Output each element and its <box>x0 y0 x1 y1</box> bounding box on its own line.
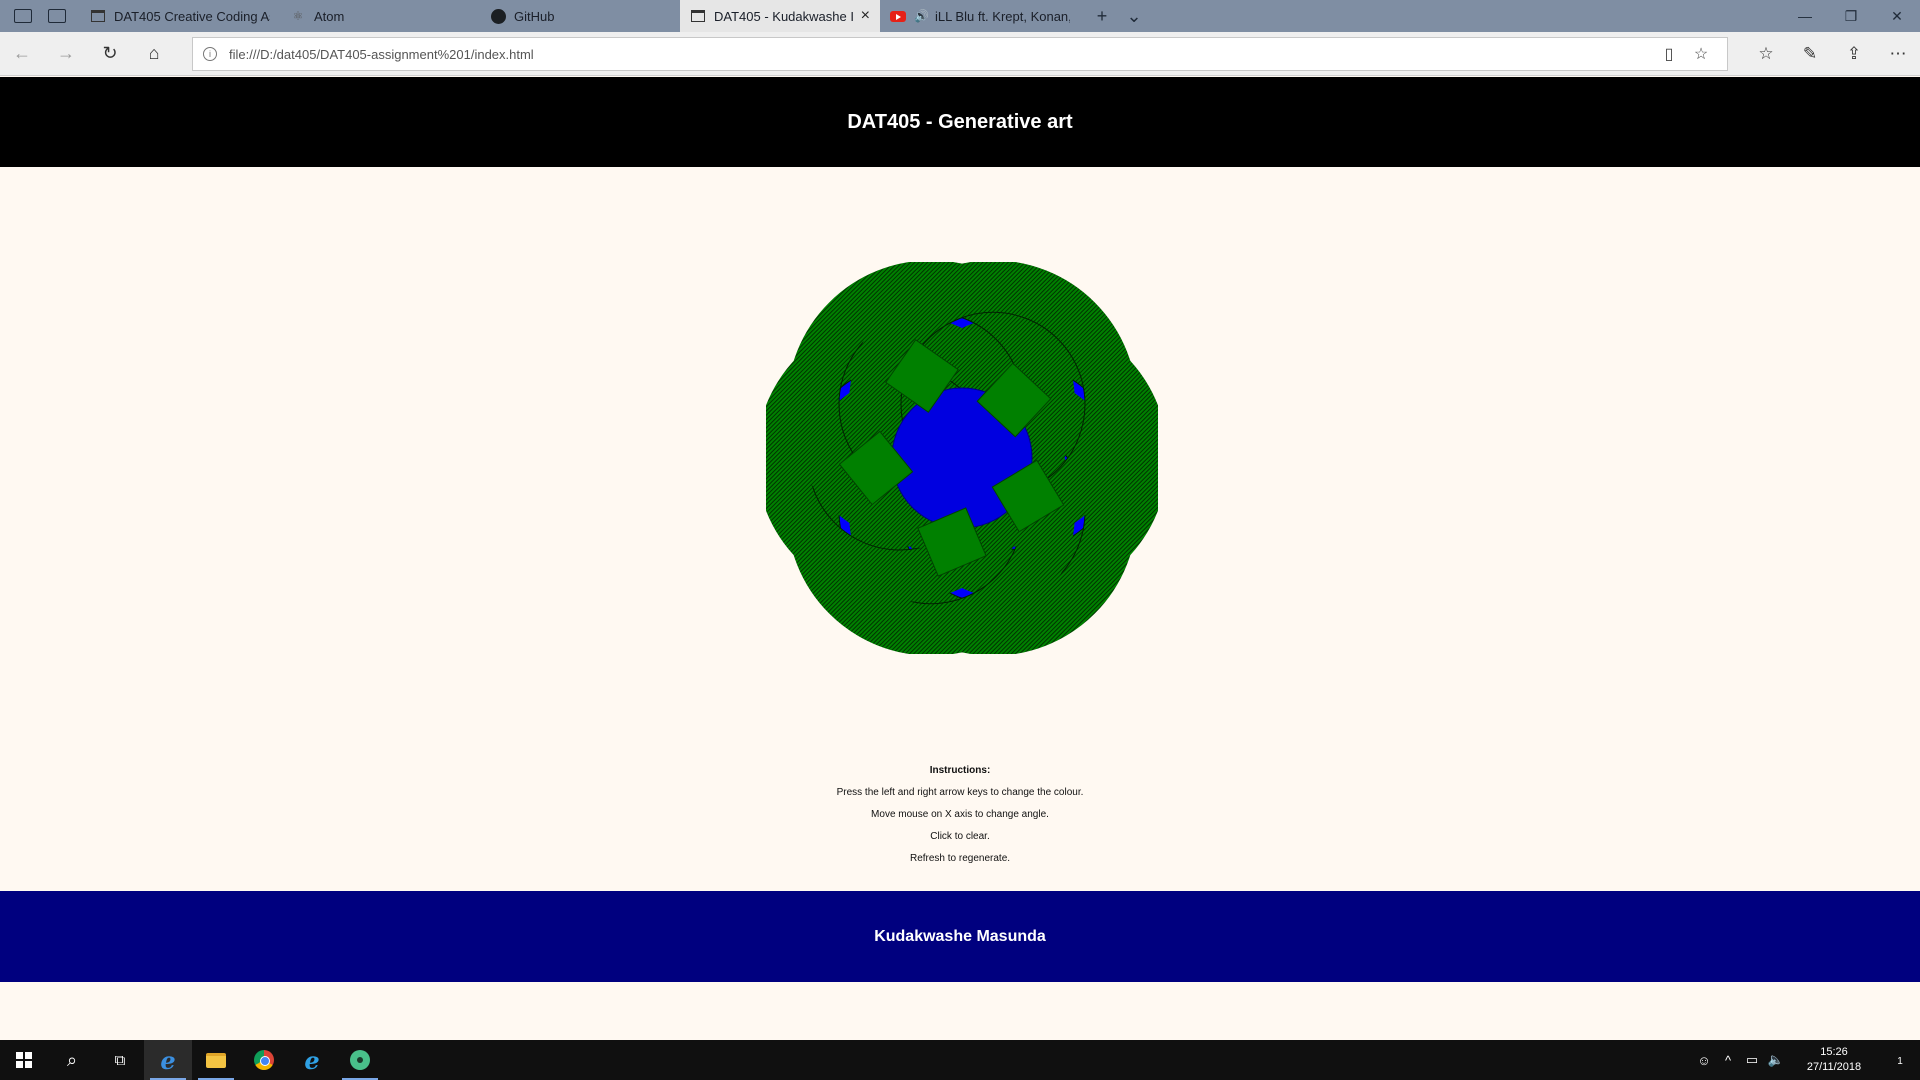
people-icon[interactable]: ☺ <box>1692 1053 1716 1068</box>
tab-list-chevron-icon[interactable]: ⌄ <box>1118 6 1150 27</box>
edge-page-icon <box>90 8 106 24</box>
web-notes-icon[interactable]: ✎ <box>1788 44 1832 64</box>
tab-actions: + ⌄ <box>1080 0 1150 32</box>
taskbar-chrome[interactable] <box>240 1040 288 1080</box>
close-tab-icon[interactable]: × <box>861 7 870 25</box>
share-icon[interactable]: ⇪ <box>1832 44 1876 64</box>
set-tabs-aside-icon[interactable] <box>48 9 66 23</box>
clock-date: 27/11/2018 <box>1806 1061 1862 1073</box>
system-clock[interactable]: 15:26 27/11/2018 <box>1796 1045 1872 1075</box>
browser-tab-bar: DAT405 Creative Coding As ⚛ Atom GitHub … <box>0 0 1920 32</box>
page-title: DAT405 - Generative art <box>847 110 1073 133</box>
show-hidden-icons-chevron-icon[interactable]: ^ <box>1716 1053 1740 1068</box>
new-tab-button[interactable]: + <box>1086 6 1118 27</box>
speaker-icon[interactable]: 🔊 <box>914 9 929 23</box>
tab-dat405-kudakwashe[interactable]: DAT405 - Kudakwashe I × <box>680 0 880 32</box>
taskbar-edge[interactable]: e <box>144 1040 192 1080</box>
favorite-star-icon[interactable]: ☆ <box>1685 44 1717 64</box>
url-text[interactable]: file:///D:/dat405/DAT405-assignment%201/… <box>229 47 1653 62</box>
generative-art-svg[interactable] <box>756 260 1168 656</box>
tab-label: iLL Blu ft. Krept, Konan, <box>934 8 1070 24</box>
tab-label: DAT405 Creative Coding As <box>114 8 270 24</box>
system-tray: ☺ ^ ▭ 🔈 15:26 27/11/2018 1 <box>1692 1040 1920 1080</box>
tab-label: GitHub <box>514 8 555 24</box>
refresh-button[interactable]: ↻ <box>88 32 132 76</box>
home-button[interactable]: ⌂ <box>132 32 176 76</box>
clock-time: 15:26 <box>1820 1046 1848 1058</box>
tab-label: Atom <box>314 8 345 24</box>
internet-explorer-icon: e <box>304 1045 320 1075</box>
tabs-aside-icon[interactable] <box>14 9 32 23</box>
windows-taskbar: ⌕ ⧉ e e ☺ ^ ▭ 🔈 15:26 27/11/2018 1 <box>0 1040 1920 1080</box>
more-options-icon[interactable]: ⋯ <box>1876 44 1920 64</box>
windows-logo-icon <box>16 1052 32 1068</box>
author-name: Kudakwashe Masunda <box>874 927 1046 945</box>
action-center-icon[interactable]: 1 <box>1880 1051 1920 1069</box>
site-info-icon[interactable]: i <box>203 47 217 61</box>
instructions-heading: Instructions: <box>929 765 991 776</box>
tab-bar-left-controls <box>0 0 80 32</box>
close-window-button[interactable]: ✕ <box>1874 0 1920 32</box>
tab-dat405-creative-coding[interactable]: DAT405 Creative Coding As <box>80 0 280 32</box>
page-footer: Kudakwashe Masunda <box>0 891 1920 982</box>
search-icon[interactable]: ⌕ <box>48 1040 96 1080</box>
network-icon[interactable]: ▭ <box>1740 1052 1764 1068</box>
github-icon <box>490 8 506 24</box>
taskbar-atom[interactable] <box>336 1040 384 1080</box>
navigation-bar: ← → ↻ ⌂ i file:///D:/dat405/DAT405-assig… <box>0 32 1920 76</box>
page-header: DAT405 - Generative art <box>0 77 1920 167</box>
atom-icon: ⚛ <box>292 9 304 23</box>
instructions-panel: Instructions: Press the left and right a… <box>0 760 1920 870</box>
favorites-hub-icon[interactable]: ☆ <box>1744 44 1788 64</box>
browser-toolbar-right: ☆ ✎ ⇪ ⋯ <box>1744 32 1920 76</box>
page-icon <box>690 8 706 24</box>
instruction-line: Press the left and right arrow keys to c… <box>836 787 1084 798</box>
folder-icon <box>206 1052 226 1068</box>
instruction-line: Move mouse on X axis to change angle. <box>871 809 1049 820</box>
instruction-line: Refresh to regenerate. <box>909 853 1011 864</box>
window-controls: — ❐ ✕ <box>1782 0 1920 32</box>
forward-button[interactable]: → <box>44 32 88 76</box>
restore-button[interactable]: ❐ <box>1828 0 1874 32</box>
taskbar-file-explorer[interactable] <box>192 1040 240 1080</box>
task-view-icon[interactable]: ⧉ <box>96 1040 144 1080</box>
edge-icon: e <box>160 1045 176 1075</box>
tab-label: DAT405 - Kudakwashe I <box>714 8 854 24</box>
chrome-icon <box>254 1050 274 1070</box>
address-bar[interactable]: i file:///D:/dat405/DAT405-assignment%20… <box>192 37 1728 71</box>
start-button[interactable] <box>0 1040 48 1080</box>
reading-view-icon[interactable]: ▯ <box>1653 44 1685 64</box>
notification-count: 1 <box>1897 1056 1903 1067</box>
tab-atom[interactable]: ⚛ Atom <box>280 0 480 32</box>
atom-icon <box>350 1050 370 1070</box>
taskbar-internet-explorer[interactable]: e <box>288 1040 336 1080</box>
generative-art-canvas[interactable] <box>756 260 1168 656</box>
tab-github[interactable]: GitHub <box>480 0 680 32</box>
volume-icon[interactable]: 🔈 <box>1764 1052 1788 1068</box>
youtube-icon <box>890 8 906 24</box>
minimize-button[interactable]: — <box>1782 0 1828 32</box>
back-button[interactable]: ← <box>0 32 44 76</box>
instruction-line: Click to clear. <box>930 831 990 842</box>
tab-ill-blu[interactable]: 🔊 iLL Blu ft. Krept, Konan, <box>880 0 1080 32</box>
